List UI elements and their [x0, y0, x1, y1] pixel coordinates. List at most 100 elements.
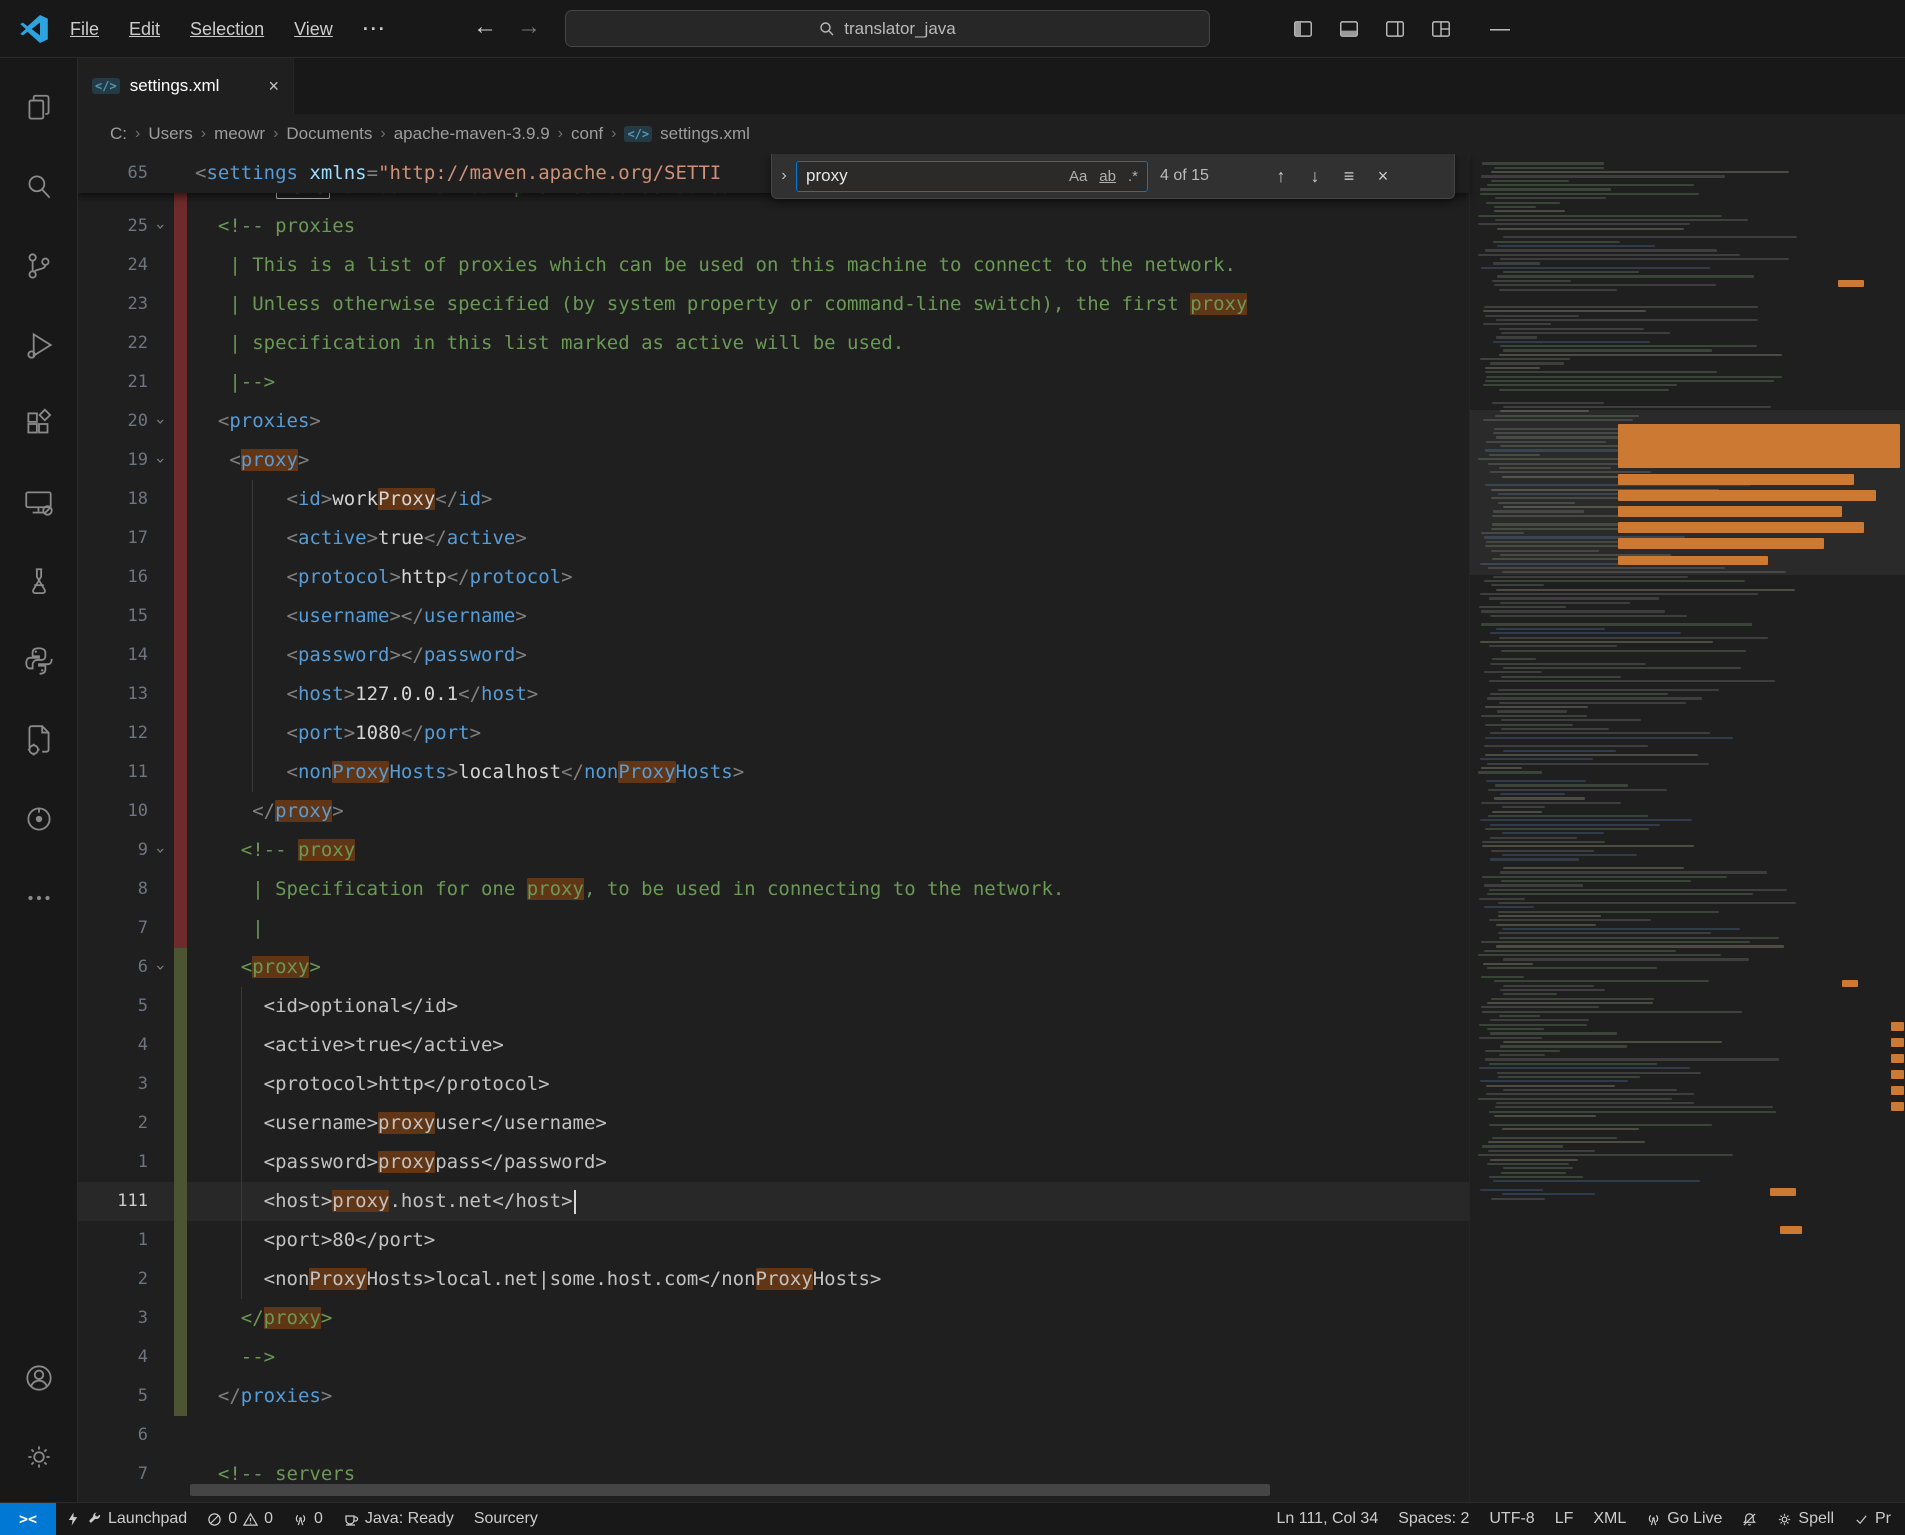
code-line[interactable]: 6› <proxy>: [78, 948, 1469, 987]
sticky-line[interactable]: 65<settings xmlns="http://maven.apache.o…: [78, 154, 721, 193]
breadcrumb-conf[interactable]: conf: [571, 124, 603, 144]
code-line[interactable]: 19› <proxy>: [78, 441, 1469, 480]
regex-icon[interactable]: .*: [1128, 168, 1138, 185]
find-close-icon[interactable]: ×: [1366, 159, 1400, 193]
code-line[interactable]: 4 <active>true</active>: [78, 1026, 1469, 1065]
code-line[interactable]: 16 <protocol>http</protocol>: [78, 558, 1469, 597]
fold-chevron-icon[interactable]: ›: [148, 402, 174, 441]
line-content[interactable]: <username></username>: [195, 597, 1469, 636]
find-input[interactable]: proxy Aa ab .*: [796, 161, 1148, 192]
line-content[interactable]: <!-- proxy: [195, 831, 1469, 870]
menu-more-icon[interactable]: ···: [363, 19, 387, 40]
code-line[interactable]: 2 <nonProxyHosts>local.net|some.host.com…: [78, 1260, 1469, 1299]
account-icon[interactable]: [0, 1338, 78, 1417]
code-line[interactable]: 13 <host>127.0.0.1</host>: [78, 675, 1469, 714]
code-line[interactable]: 4 -->: [78, 1338, 1469, 1377]
editor[interactable]: 26 <!-- TODO Since when can proxies be s…: [78, 154, 1905, 1502]
code-line[interactable]: 14 <password></password>: [78, 636, 1469, 675]
ports-item[interactable]: 0: [283, 1503, 333, 1535]
fold-chevron-icon[interactable]: ›: [148, 948, 174, 987]
settings-gear-icon[interactable]: [0, 1417, 78, 1496]
fold-chevron-icon[interactable]: ›: [148, 441, 174, 480]
more-views-icon[interactable]: [0, 858, 78, 937]
line-content[interactable]: <port>1080</port>: [195, 714, 1469, 753]
fold-chevron-icon[interactable]: ›: [148, 831, 174, 870]
code-line[interactable]: 11 <nonProxyHosts>localhost</nonProxyHos…: [78, 753, 1469, 792]
python-icon[interactable]: [0, 621, 78, 700]
code-line[interactable]: 21 |-->: [78, 363, 1469, 402]
code-line[interactable]: 5 <id>optional</id>: [78, 987, 1469, 1026]
forward-button[interactable]: →: [512, 13, 546, 41]
code-line[interactable]: 1 <port>80</port>: [78, 1221, 1469, 1260]
line-content[interactable]: <username>proxyuser</username>: [195, 1104, 1469, 1143]
spell-checker-item[interactable]: Spell: [1767, 1503, 1844, 1535]
line-content[interactable]: <proxy>: [195, 441, 1469, 480]
line-content[interactable]: <id>workProxy</id>: [195, 480, 1469, 519]
line-content[interactable]: -->: [195, 1338, 1469, 1377]
code-line[interactable]: 8 | Specification for one proxy, to be u…: [78, 870, 1469, 909]
line-content[interactable]: </proxy>: [195, 1299, 1469, 1338]
code-line[interactable]: 12 <port>1080</port>: [78, 714, 1469, 753]
menu-edit[interactable]: Edit: [129, 19, 160, 40]
line-content[interactable]: <id>optional</id>: [195, 987, 1469, 1026]
breadcrumb-documents[interactable]: Documents: [286, 124, 372, 144]
line-content[interactable]: <password></password>: [195, 636, 1469, 675]
code-area[interactable]: 26 <!-- TODO Since when can proxies be s…: [78, 154, 1469, 1494]
line-content[interactable]: | This is a list of proxies which can be…: [195, 246, 1469, 285]
line-content[interactable]: </proxies>: [195, 1377, 1469, 1416]
line-content[interactable]: <active>true</active>: [195, 519, 1469, 558]
remote-explorer-icon[interactable]: [0, 463, 78, 542]
run-debug-icon[interactable]: [0, 305, 78, 384]
fold-chevron-icon[interactable]: ›: [148, 207, 174, 246]
minimize-button[interactable]: —: [1483, 0, 1517, 58]
code-line[interactable]: 22 | specification in this list marked a…: [78, 324, 1469, 363]
code-line[interactable]: 23 | Unless otherwise specified (by syst…: [78, 285, 1469, 324]
breadcrumb-maven[interactable]: apache-maven-3.9.9: [394, 124, 550, 144]
find-next-icon[interactable]: ↓: [1298, 159, 1332, 193]
breadcrumb-users[interactable]: Users: [148, 124, 192, 144]
whole-word-icon[interactable]: ab: [1099, 168, 1116, 185]
tab-settings-xml[interactable]: </> settings.xml ×: [78, 58, 294, 114]
encoding-item[interactable]: UTF-8: [1479, 1503, 1544, 1535]
language-mode-item[interactable]: XML: [1583, 1503, 1636, 1535]
project-file-gear-icon[interactable]: [0, 700, 78, 779]
java-status-item[interactable]: Java: Ready: [333, 1503, 464, 1535]
search-view-icon[interactable]: [0, 147, 78, 226]
find-in-selection-icon[interactable]: ≡: [1332, 159, 1366, 193]
code-line[interactable]: 18 <id>workProxy</id>: [78, 480, 1469, 519]
line-content[interactable]: <port>80</port>: [195, 1221, 1469, 1260]
find-toggle-replace-icon[interactable]: ›: [772, 154, 796, 198]
explorer-icon[interactable]: [0, 68, 78, 147]
prettier-item[interactable]: Pr: [1844, 1503, 1901, 1535]
tab-close-icon[interactable]: ×: [268, 76, 279, 97]
code-line[interactable]: 24 | This is a list of proxies which can…: [78, 246, 1469, 285]
toggle-sidebar-icon[interactable]: [1288, 14, 1318, 44]
breadcrumb-meowr[interactable]: meowr: [214, 124, 265, 144]
command-center-search[interactable]: translator_java: [565, 10, 1210, 47]
menu-file[interactable]: File: [70, 19, 99, 40]
remote-indicator[interactable]: ><: [0, 1503, 56, 1535]
line-content[interactable]: |-->: [195, 363, 1469, 402]
code-line[interactable]: 15 <username></username>: [78, 597, 1469, 636]
match-case-icon[interactable]: Aa: [1069, 168, 1087, 185]
cursor-position-item[interactable]: Ln 111, Col 34: [1267, 1503, 1389, 1535]
code-line[interactable]: 6: [78, 1416, 1469, 1455]
code-line[interactable]: 9› <!-- proxy: [78, 831, 1469, 870]
line-content[interactable]: <active>true</active>: [195, 1026, 1469, 1065]
line-content[interactable]: <protocol>http</protocol>: [195, 558, 1469, 597]
source-control-icon[interactable]: [0, 226, 78, 305]
eol-item[interactable]: LF: [1545, 1503, 1584, 1535]
problems-item[interactable]: 0 0: [197, 1503, 283, 1535]
line-content[interactable]: | Unless otherwise specified (by system …: [195, 285, 1469, 324]
find-previous-icon[interactable]: ↑: [1264, 159, 1298, 193]
go-live-item[interactable]: Go Live: [1636, 1503, 1732, 1535]
line-content[interactable]: <!-- proxies: [195, 207, 1469, 246]
line-content[interactable]: <nonProxyHosts>localhost</nonProxyHosts>: [195, 753, 1469, 792]
line-content[interactable]: <settings xmlns="http://maven.apache.org…: [195, 154, 721, 193]
circle-tool-icon[interactable]: [0, 779, 78, 858]
code-line[interactable]: 2 <username>proxyuser</username>: [78, 1104, 1469, 1143]
line-content[interactable]: [195, 1416, 1469, 1455]
notifications-muted-item[interactable]: [1732, 1503, 1767, 1535]
code-line[interactable]: 7 |: [78, 909, 1469, 948]
line-content[interactable]: <nonProxyHosts>local.net|some.host.com</…: [195, 1260, 1469, 1299]
